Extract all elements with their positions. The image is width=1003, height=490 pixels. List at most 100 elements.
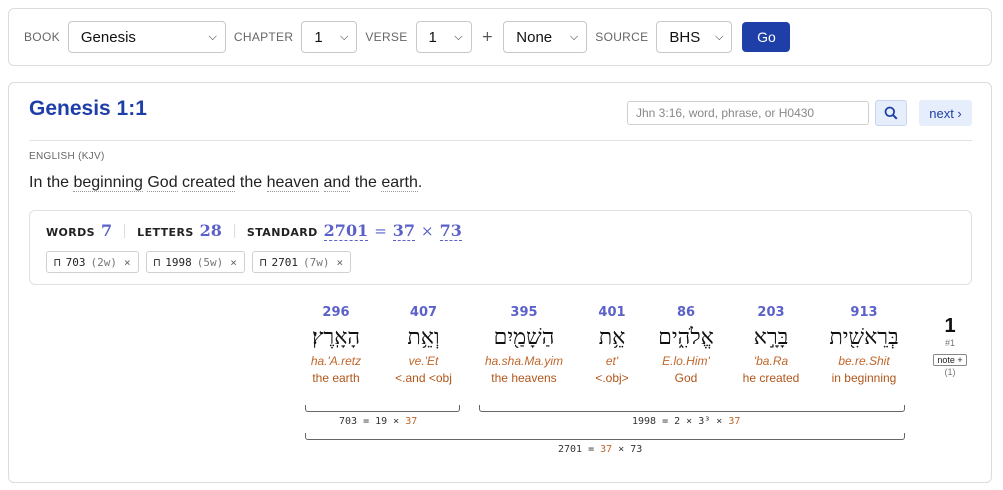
english-word-link[interactable]: and <box>323 174 351 192</box>
close-icon[interactable]: × <box>337 256 344 269</box>
chevron-down-icon: ⌵ <box>340 30 349 43</box>
search-input[interactable]: Jhn 3:16, word, phrase, or H0430 <box>627 101 869 125</box>
word-value: 407 <box>409 305 438 320</box>
transliteration: ve.'Et <box>408 354 439 368</box>
value-chip[interactable]: ⊓ 2701 (7w) × <box>251 251 352 273</box>
transliteration: 'ba.Ra <box>753 354 789 368</box>
hebrew-text: בָּרָ֣א <box>753 325 789 350</box>
words-count-value: 7 <box>101 221 113 240</box>
range-plus: + <box>481 29 494 45</box>
search-button[interactable] <box>875 100 907 126</box>
chip-count: (2w) <box>90 255 118 269</box>
transliteration: et' <box>605 354 619 368</box>
hebrew-text: אֵ֥ת <box>598 325 626 350</box>
add-note-button[interactable]: note + <box>933 354 967 366</box>
next-button[interactable]: next › <box>919 100 972 126</box>
letters-count-value: 28 <box>199 221 222 240</box>
book-select-value: Genesis <box>80 28 136 46</box>
english-word-link[interactable]: beginning <box>73 174 143 192</box>
go-button[interactable]: Go <box>742 22 791 52</box>
verse-bracket <box>305 433 905 440</box>
verse-factorization: 2701 = 37 × 73 <box>558 444 642 455</box>
source-select[interactable]: BHS ⌵ <box>656 21 733 53</box>
hebrew-word[interactable]: 395 הַשָׁמַ֖יִם ha.sha.Ma.yim the heaven… <box>478 305 570 385</box>
english-word-link[interactable]: earth <box>381 174 418 192</box>
value-chip[interactable]: ⊓ 1998 (5w) × <box>145 251 245 273</box>
gloss: <.obj> <box>595 371 629 385</box>
hebrew-text: הַשָׁמַ֖יִם <box>493 325 555 350</box>
english-word-link[interactable]: heaven <box>266 174 320 192</box>
chapter-select[interactable]: 1 ⌵ <box>301 21 358 53</box>
equals-sign: = <box>374 222 387 240</box>
gloss: the heavens <box>491 371 557 385</box>
book-label: BOOK <box>24 30 60 44</box>
divider <box>29 140 972 141</box>
factor-37[interactable]: 37 <box>392 221 416 241</box>
gematria-stats-box: WORDS 7 LETTERS 28 STANDARD 2701 = 37 × … <box>29 210 972 285</box>
factor-highlight: 37 <box>405 416 418 427</box>
chip-count: (5w) <box>196 255 224 269</box>
factorization-text: 2701 = <box>558 444 601 455</box>
english-text: In the beginning God created the heaven … <box>29 174 422 192</box>
gloss: God <box>674 371 698 385</box>
standard-value[interactable]: 2701 <box>323 221 369 241</box>
hebrew-word[interactable]: 401 אֵ֥ת et' <.obj> <box>583 305 641 385</box>
note-count: (1) <box>944 367 956 377</box>
transliteration: ha.'A.retz <box>310 354 362 368</box>
factor-highlight: 37 <box>600 444 613 455</box>
chip-count: (7w) <box>303 255 330 269</box>
close-icon[interactable]: × <box>124 256 131 269</box>
chevron-down-icon: ⌵ <box>208 30 217 43</box>
verse-panel: Genesis 1:1 Jhn 3:16, word, phrase, or H… <box>8 82 992 483</box>
word-value: 395 <box>510 305 538 320</box>
page-title: Genesis 1:1 <box>29 97 147 120</box>
verse-select[interactable]: 1 ⌵ <box>415 21 472 53</box>
word-value: 296 <box>322 305 350 320</box>
english-word: the <box>239 174 263 191</box>
gloss: he created <box>742 371 800 385</box>
chip-value: 703 <box>65 255 86 269</box>
range-select[interactable]: None ⌵ <box>503 21 588 53</box>
word-value: 913 <box>850 305 878 320</box>
english-word: In the <box>29 174 70 191</box>
chip-value: 1998 <box>165 255 192 269</box>
chapter-label: CHAPTER <box>233 30 294 44</box>
hebrew-word[interactable]: 296 הָאָֽרֶץ׃ ha.'A.retz the earth <box>296 305 376 385</box>
english-word: the <box>354 174 377 191</box>
hebrew-word[interactable]: 86 אֱלֹהִ֑ים E.lo.Him' God <box>651 305 721 385</box>
word-value: 401 <box>598 305 626 320</box>
verse-number: 1 <box>944 315 956 337</box>
english-label: ENGLISH (KJV) <box>29 151 105 162</box>
letters-count-label: LETTERS <box>137 226 194 239</box>
hebrew-text: בְּרֵאשִׁ֖ית <box>829 325 899 350</box>
chapter-select-value: 1 <box>314 28 323 46</box>
factorization-text: 703 = 19 × <box>339 416 406 427</box>
factorization-text: × 73 <box>612 444 643 455</box>
hebrew-text: וְאֵ֥ת <box>407 325 440 350</box>
gloss: <.and <obj <box>395 371 452 385</box>
group-bracket <box>479 405 905 412</box>
transliteration: ha.sha.Ma.yim <box>484 354 564 368</box>
search-icon <box>884 106 898 120</box>
hebrew-word[interactable]: 407 וְאֵ֥ת ve.'Et <.and <obj <box>381 305 466 385</box>
factor-73[interactable]: 73 <box>439 221 462 241</box>
group-factorization: 703 = 19 × 37 <box>339 416 417 427</box>
english-word-link[interactable]: created <box>182 174 236 192</box>
verse-select-value: 1 <box>428 28 437 46</box>
hebrew-word[interactable]: 203 בָּרָ֣א 'ba.Ra he created <box>730 305 812 385</box>
group-factorization: 1998 = 2 × 3³ × 37 <box>632 416 740 427</box>
divider <box>233 224 235 238</box>
range-select-value: None <box>516 28 553 46</box>
hebrew-word[interactable]: 913 בְּרֵאשִׁ֖ית be.re.Shit in beginning <box>818 305 910 385</box>
value-chip[interactable]: ⊓ 703 (2w) × <box>46 251 139 273</box>
verse-id: #1 <box>944 338 955 348</box>
book-select[interactable]: Genesis ⌵ <box>67 21 226 53</box>
times-sign: × <box>421 222 434 240</box>
verse-marker: 1 #1 note + (1) <box>925 315 975 377</box>
close-icon[interactable]: × <box>230 256 237 269</box>
gloss: in beginning <box>831 371 897 385</box>
hebrew-text: הָאָֽרֶץ׃ <box>311 325 361 350</box>
hebrew-text: אֱלֹהִ֑ים <box>658 325 714 350</box>
english-word-link[interactable]: God <box>147 174 178 192</box>
chip-icon: ⊓ <box>259 255 267 269</box>
